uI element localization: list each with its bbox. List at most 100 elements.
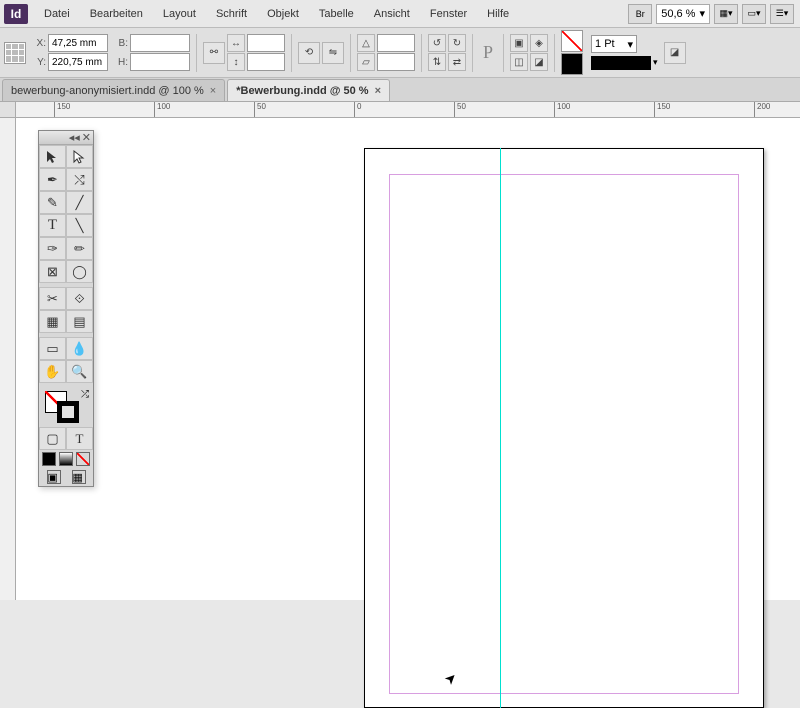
gradient-feather-tool[interactable]: ▤ bbox=[66, 310, 93, 333]
stroke-weight-select[interactable]: 1 Pt▾ bbox=[591, 35, 637, 53]
menu-ansicht[interactable]: Ansicht bbox=[364, 4, 420, 24]
page-margins bbox=[389, 174, 739, 694]
scale-y-input[interactable] bbox=[247, 53, 285, 71]
menu-fenster[interactable]: Fenster bbox=[420, 4, 477, 24]
type-tool[interactable]: T bbox=[39, 214, 66, 237]
ruler-tick: 100 bbox=[554, 102, 570, 118]
chevron-down-icon: ▾ bbox=[699, 7, 705, 20]
stroke-swatch[interactable] bbox=[561, 53, 583, 75]
rotate-ccw-icon[interactable]: ↺ bbox=[428, 34, 446, 52]
flip-h2-icon[interactable]: ⇄ bbox=[448, 53, 466, 71]
flip-v-icon[interactable]: ⇅ bbox=[428, 53, 446, 71]
control-menu-icon[interactable]: ◪ bbox=[664, 42, 686, 64]
apply-color-icon[interactable] bbox=[42, 452, 56, 466]
view-options-button[interactable]: ▦▾ bbox=[714, 4, 738, 24]
x-input[interactable] bbox=[48, 34, 108, 52]
pencil-tool[interactable]: ✎ bbox=[39, 191, 66, 214]
menu-datei[interactable]: Datei bbox=[34, 4, 80, 24]
menu-tabelle[interactable]: Tabelle bbox=[309, 4, 364, 24]
rotate-cw-icon[interactable]: ↻ bbox=[448, 34, 466, 52]
canvas[interactable] bbox=[16, 118, 800, 600]
select-content-icon[interactable]: ◈ bbox=[530, 34, 548, 52]
menu-layout[interactable]: Layout bbox=[153, 4, 206, 24]
scale-y-icon: ↕ bbox=[227, 53, 245, 71]
horizontal-ruler[interactable]: 15010050050100150200 bbox=[16, 102, 800, 118]
select-container-icon[interactable]: ▣ bbox=[510, 34, 528, 52]
apply-none-icon[interactable] bbox=[76, 452, 90, 466]
ruler-tick: 50 bbox=[454, 102, 466, 118]
zoom-tool[interactable]: 🔍 bbox=[66, 360, 93, 383]
ruler-tick: 200 bbox=[754, 102, 770, 118]
flip-h-icon[interactable]: ⇋ bbox=[322, 42, 344, 64]
control-bar: X: Y: B: H: ⚯ ↔ ↕ ⟲ ⇋ △ ▱ ↺↻ ⇅⇄ P ▣◈ ◫◪ … bbox=[0, 28, 800, 78]
bridge-button[interactable]: Br bbox=[628, 4, 652, 24]
gradient-tool[interactable]: ▦ bbox=[39, 310, 66, 333]
fill-swatch[interactable] bbox=[561, 30, 583, 52]
menu-hilfe[interactable]: Hilfe bbox=[477, 4, 519, 24]
preview-view-icon[interactable]: ▦ bbox=[72, 470, 86, 484]
rotate-icon[interactable]: ⟲ bbox=[298, 42, 320, 64]
menu-bar: Id DateiBearbeitenLayoutSchriftObjektTab… bbox=[0, 0, 800, 28]
tools-header[interactable]: ◂◂✕ bbox=[39, 131, 93, 145]
tools-panel: ◂◂✕ ✒ ⤭ ✎ ╱ T ╲ ✑ ✏ ⊠ ◯ ✂ ⟐ ▦ ▤ ▭ 💧 ✋ 🔍 … bbox=[38, 130, 94, 487]
shear-icon: ▱ bbox=[357, 53, 375, 71]
menu-bearbeiten[interactable]: Bearbeiten bbox=[80, 4, 153, 24]
note-tool[interactable]: ▭ bbox=[39, 337, 66, 360]
menu-objekt[interactable]: Objekt bbox=[257, 4, 309, 24]
rotate-input[interactable] bbox=[377, 34, 415, 52]
zoom-level[interactable]: 50,6 %▾ bbox=[656, 4, 710, 24]
free-transform-tool[interactable]: ⟐ bbox=[66, 287, 93, 310]
rectangle-frame-tool[interactable]: ⊠ bbox=[39, 260, 66, 283]
ellipse-tool[interactable]: ◯ bbox=[66, 260, 93, 283]
line-tool[interactable]: ╱ bbox=[66, 191, 93, 214]
type-on-path-tool[interactable]: ⤭ bbox=[66, 168, 93, 191]
shear-input[interactable] bbox=[377, 53, 415, 71]
pen-tool-2[interactable]: ✑ bbox=[39, 237, 66, 260]
guide-line[interactable] bbox=[500, 148, 501, 708]
vertical-ruler[interactable] bbox=[0, 118, 16, 600]
selection-tool[interactable] bbox=[39, 145, 66, 168]
fill-stroke-control[interactable]: ⤮ bbox=[39, 387, 93, 427]
arrange-button[interactable]: ☰▾ bbox=[770, 4, 794, 24]
w-label: B: bbox=[114, 38, 128, 49]
ruler-tick: 100 bbox=[154, 102, 170, 118]
app-icon: Id bbox=[4, 4, 28, 24]
formatting-text-icon[interactable]: T bbox=[66, 427, 93, 450]
direct-selection-tool[interactable] bbox=[66, 145, 93, 168]
hand-tool[interactable]: ✋ bbox=[39, 360, 66, 383]
workspace: 15010050050100150200 ➤ bbox=[0, 102, 800, 600]
scale-x-input[interactable] bbox=[247, 34, 285, 52]
menu-schrift[interactable]: Schrift bbox=[206, 4, 257, 24]
ruler-tick: 0 bbox=[354, 102, 361, 118]
swap-fill-stroke-icon[interactable]: ⤮ bbox=[81, 389, 89, 400]
close-icon[interactable]: × bbox=[375, 85, 381, 97]
eyedropper-tool[interactable]: 💧 bbox=[66, 337, 93, 360]
ruler-tick: 150 bbox=[654, 102, 670, 118]
collapse-icon[interactable]: ◂◂ bbox=[69, 131, 80, 144]
w-input[interactable] bbox=[130, 34, 190, 52]
stroke-indicator[interactable] bbox=[57, 401, 79, 423]
link-icon[interactable]: ⚯ bbox=[203, 42, 225, 64]
y-input[interactable] bbox=[48, 53, 108, 71]
normal-view-icon[interactable]: ▣ bbox=[47, 470, 61, 484]
x-label: X: bbox=[32, 38, 46, 49]
document-tabs: bewerbung-anonymisiert.indd @ 100 %×*Bew… bbox=[0, 78, 800, 102]
ruler-origin[interactable] bbox=[0, 102, 16, 118]
document-tab[interactable]: bewerbung-anonymisiert.indd @ 100 %× bbox=[2, 79, 225, 101]
formatting-container-icon[interactable]: ▢ bbox=[39, 427, 66, 450]
wrap2-icon[interactable]: ◪ bbox=[530, 53, 548, 71]
h-input[interactable] bbox=[130, 53, 190, 71]
pen-tool[interactable]: ✒ bbox=[39, 168, 66, 191]
apply-gradient-icon[interactable] bbox=[59, 452, 73, 466]
paragraph-icon[interactable]: P bbox=[479, 42, 497, 63]
document-tab[interactable]: *Bewerbung.indd @ 50 %× bbox=[227, 79, 390, 101]
close-icon[interactable]: ✕ bbox=[82, 131, 91, 144]
scissors-tool[interactable]: ✂ bbox=[39, 287, 66, 310]
close-icon[interactable]: × bbox=[210, 85, 216, 97]
wrap-icon[interactable]: ◫ bbox=[510, 53, 528, 71]
pencil-tool-2[interactable]: ✏ bbox=[66, 237, 93, 260]
screen-mode-button[interactable]: ▭▾ bbox=[742, 4, 766, 24]
line-tool-2[interactable]: ╲ bbox=[66, 214, 93, 237]
ruler-tick: 150 bbox=[54, 102, 70, 118]
reference-point[interactable] bbox=[4, 42, 26, 64]
